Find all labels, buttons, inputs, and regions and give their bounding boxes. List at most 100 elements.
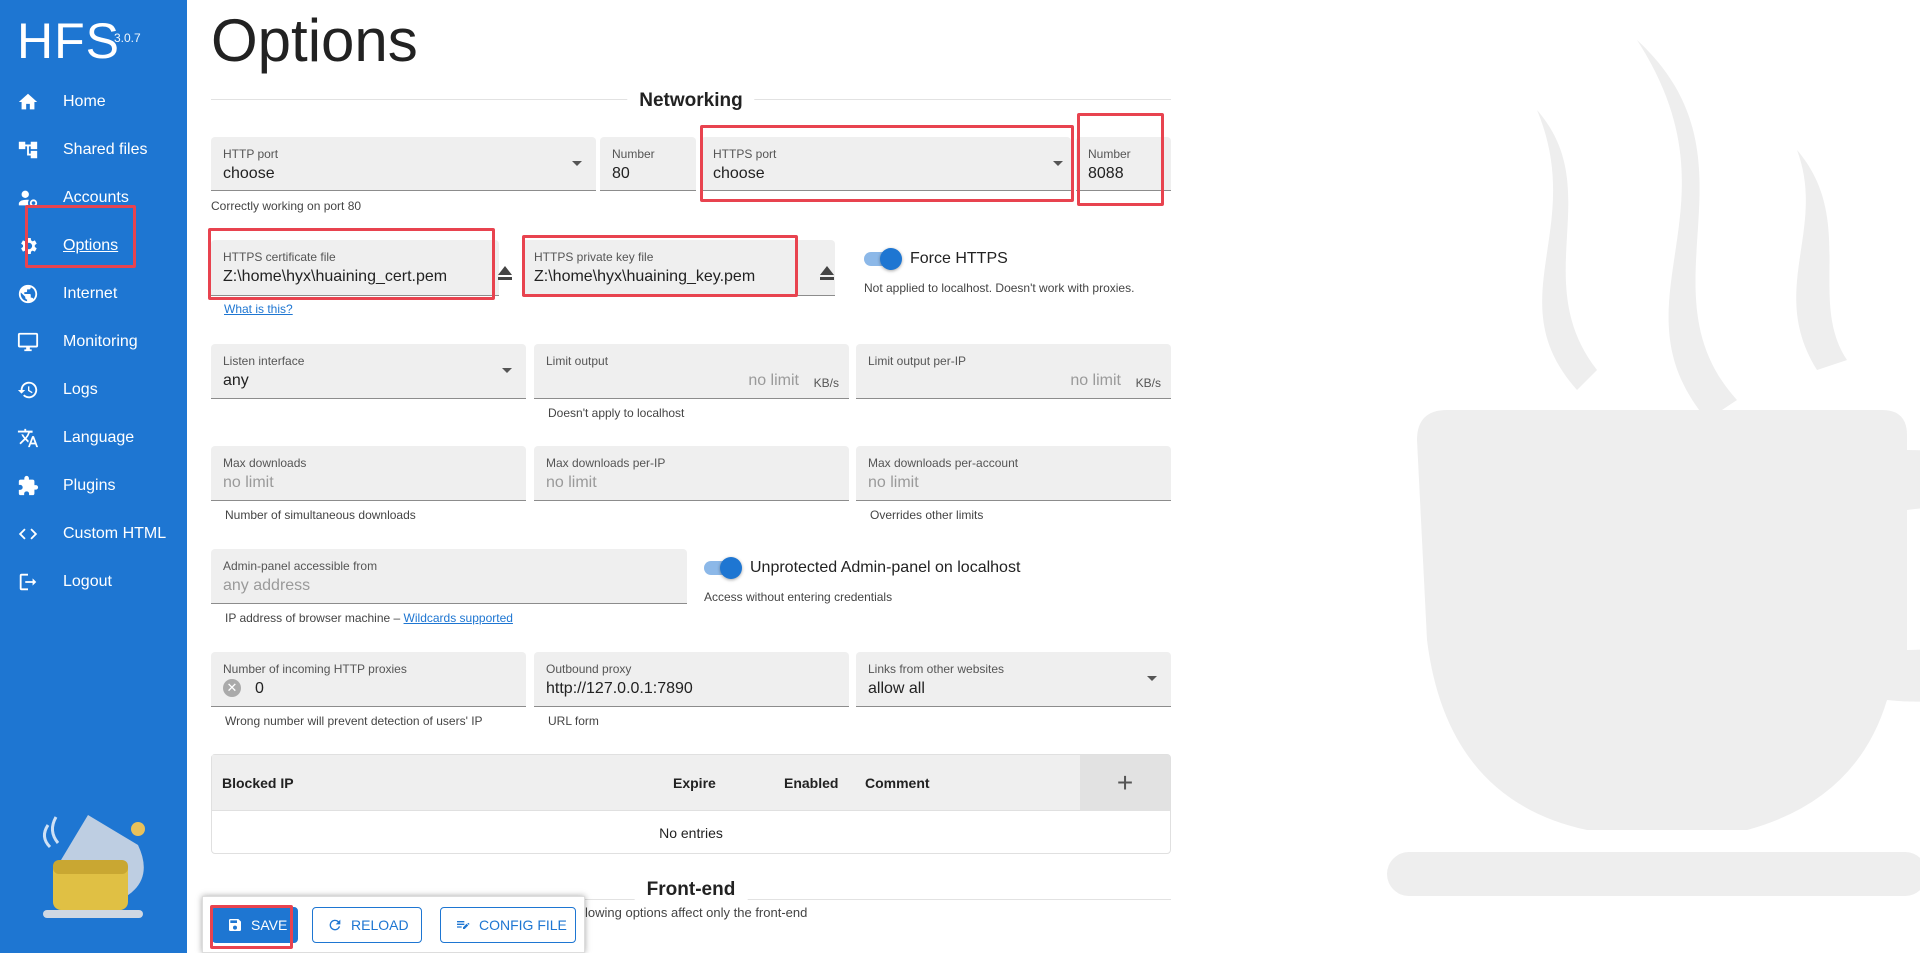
sidebar-item-logs[interactable]: Logs bbox=[0, 368, 187, 412]
incoming-proxies-field[interactable]: Number of incoming HTTP proxies ✕ 0 bbox=[211, 652, 526, 707]
max-downloads-account-label: Max downloads per-account bbox=[868, 456, 1019, 470]
limit-output-help: Doesn't apply to localhost bbox=[548, 406, 685, 420]
sidebar-item-options[interactable]: Options bbox=[0, 224, 187, 268]
force-https-toggle[interactable] bbox=[864, 248, 902, 270]
limit-output-ip-unit: KB/s bbox=[1135, 376, 1161, 390]
frontend-heading: Front-end bbox=[634, 879, 748, 901]
wildcards-supported-link[interactable]: Wildcards supported bbox=[404, 611, 513, 625]
networking-heading: Networking bbox=[627, 90, 755, 112]
reload-button[interactable]: RELOAD bbox=[312, 907, 422, 943]
puzzle-icon bbox=[16, 474, 40, 498]
table-header: Blocked IP Expire Enabled Comment + bbox=[212, 755, 1170, 811]
sidebar-item-label: Home bbox=[63, 93, 106, 110]
http-port-select[interactable]: HTTP port choose bbox=[211, 137, 596, 191]
max-downloads-per-account-field[interactable]: Max downloads per-account no limit bbox=[856, 446, 1171, 501]
accounts-icon bbox=[16, 186, 40, 210]
sidebar-item-label: Accounts bbox=[63, 189, 129, 206]
coffee-cup-watermark bbox=[1387, 40, 1920, 896]
max-downloads-ip-placeholder: no limit bbox=[546, 474, 597, 491]
sidebar-item-accounts[interactable]: Accounts bbox=[0, 176, 187, 220]
https-private-key-field[interactable]: HTTPS private key file Z:\home\hyx\huain… bbox=[522, 240, 835, 296]
logout-icon bbox=[16, 570, 40, 594]
links-from-other-websites-select[interactable]: Links from other websites allow all bbox=[856, 652, 1171, 707]
sidebar-item-label: Custom HTML bbox=[63, 525, 167, 542]
tree-icon bbox=[16, 138, 40, 162]
chevron-down-icon bbox=[502, 368, 512, 373]
max-downloads-account-help: Overrides other limits bbox=[870, 508, 984, 522]
sidebar-item-plugins[interactable]: Plugins bbox=[0, 464, 187, 508]
outbound-proxy-help: URL form bbox=[548, 714, 599, 728]
globe-icon bbox=[16, 282, 40, 306]
main-content: Options Networking HTTP port choose Numb… bbox=[187, 0, 1920, 953]
add-blocked-ip-button[interactable]: + bbox=[1080, 755, 1170, 811]
outbound-proxy-value: http://127.0.0.1:7890 bbox=[546, 680, 693, 697]
sidebar-item-logout[interactable]: Logout bbox=[0, 560, 187, 604]
monitor-icon bbox=[16, 330, 40, 354]
page-title: Options bbox=[211, 7, 418, 74]
config-file-button[interactable]: CONFIG FILE bbox=[440, 907, 576, 943]
max-downloads-help: Number of simultaneous downloads bbox=[225, 508, 416, 522]
sidebar-item-monitoring[interactable]: Monitoring bbox=[0, 320, 187, 364]
limit-output-ip-placeholder: no limit bbox=[1070, 372, 1121, 389]
admin-accessible-from-field[interactable]: Admin-panel accessible from any address bbox=[211, 549, 687, 604]
cert-value: Z:\home\hyx\huaining_cert.pem bbox=[223, 268, 448, 285]
http-port-number-field[interactable]: Number 80 bbox=[600, 137, 696, 191]
sidebar-item-internet[interactable]: Internet bbox=[0, 272, 187, 316]
listen-label: Listen interface bbox=[223, 354, 305, 368]
sidebar: HFS 3.0.7 Home Shared files Accounts Opt… bbox=[0, 0, 187, 953]
empty-message: No entries bbox=[659, 825, 723, 841]
unprotected-admin-toggle[interactable] bbox=[704, 557, 742, 579]
sidebar-item-language[interactable]: Language bbox=[0, 416, 187, 460]
admin-from-placeholder: any address bbox=[223, 577, 311, 594]
edit-note-icon bbox=[455, 917, 471, 933]
action-bar: SAVE RELOAD CONFIG FILE bbox=[202, 896, 585, 953]
eject-icon[interactable] bbox=[494, 262, 516, 284]
sidebar-item-label: Options bbox=[63, 237, 119, 254]
https-port-label: HTTPS port bbox=[713, 147, 777, 161]
save-button[interactable]: SAVE bbox=[212, 907, 298, 943]
sidebar-item-custom-html[interactable]: Custom HTML bbox=[0, 512, 187, 556]
chevron-down-icon bbox=[1053, 161, 1063, 166]
column-expire[interactable]: Expire bbox=[673, 775, 716, 791]
column-enabled[interactable]: Enabled bbox=[784, 775, 838, 791]
sidebar-item-home[interactable]: Home bbox=[0, 80, 187, 124]
sidebar-item-shared-files[interactable]: Shared files bbox=[0, 128, 187, 172]
proxies-value: 0 bbox=[255, 680, 264, 697]
max-downloads-account-placeholder: no limit bbox=[868, 474, 919, 491]
column-comment[interactable]: Comment bbox=[865, 775, 930, 791]
limit-output-field[interactable]: Limit output no limit KB/s bbox=[534, 344, 849, 399]
https-number-value: 8088 bbox=[1088, 165, 1124, 182]
frontend-help: lowing options affect only the front-end bbox=[585, 905, 808, 920]
home-icon bbox=[16, 90, 40, 114]
eject-icon[interactable] bbox=[816, 262, 838, 284]
sidebar-item-label: Internet bbox=[63, 285, 118, 302]
chevron-down-icon bbox=[572, 161, 582, 166]
force-https-label: Force HTTPS bbox=[910, 250, 1008, 267]
sidebar-item-label: Logs bbox=[63, 381, 98, 398]
max-downloads-field[interactable]: Max downloads no limit bbox=[211, 446, 526, 501]
key-value: Z:\home\hyx\huaining_key.pem bbox=[534, 268, 756, 285]
sidebar-item-label: Monitoring bbox=[63, 333, 138, 350]
what-is-this-link[interactable]: What is this? bbox=[224, 302, 293, 316]
links-from-label: Links from other websites bbox=[868, 662, 1005, 676]
https-port-value: choose bbox=[713, 165, 765, 182]
clear-icon[interactable]: ✕ bbox=[223, 679, 241, 697]
https-certificate-field[interactable]: HTTPS certificate file Z:\home\hyx\huain… bbox=[211, 240, 499, 296]
code-icon bbox=[16, 522, 40, 546]
https-port-select[interactable]: HTTPS port choose bbox=[701, 137, 1071, 191]
translate-icon bbox=[16, 426, 40, 450]
limit-output-per-ip-field[interactable]: Limit output per-IP no limit KB/s bbox=[856, 344, 1171, 399]
max-downloads-ip-label: Max downloads per-IP bbox=[546, 456, 666, 470]
admin-from-help: IP address of browser machine – Wildcard… bbox=[225, 611, 513, 625]
proxies-label: Number of incoming HTTP proxies bbox=[223, 662, 407, 676]
http-port-value: choose bbox=[223, 165, 275, 182]
limit-output-label: Limit output bbox=[546, 354, 609, 368]
force-https-help: Not applied to localhost. Doesn't work w… bbox=[864, 281, 1135, 295]
listen-interface-select[interactable]: Listen interface any bbox=[211, 344, 526, 399]
gear-icon bbox=[16, 234, 40, 258]
column-blocked-ip[interactable]: Blocked IP bbox=[222, 775, 294, 791]
history-icon bbox=[16, 378, 40, 402]
https-port-number-field[interactable]: Number 8088 bbox=[1076, 137, 1171, 191]
max-downloads-per-ip-field[interactable]: Max downloads per-IP no limit bbox=[534, 446, 849, 501]
outbound-proxy-field[interactable]: Outbound proxy http://127.0.0.1:7890 bbox=[534, 652, 849, 707]
